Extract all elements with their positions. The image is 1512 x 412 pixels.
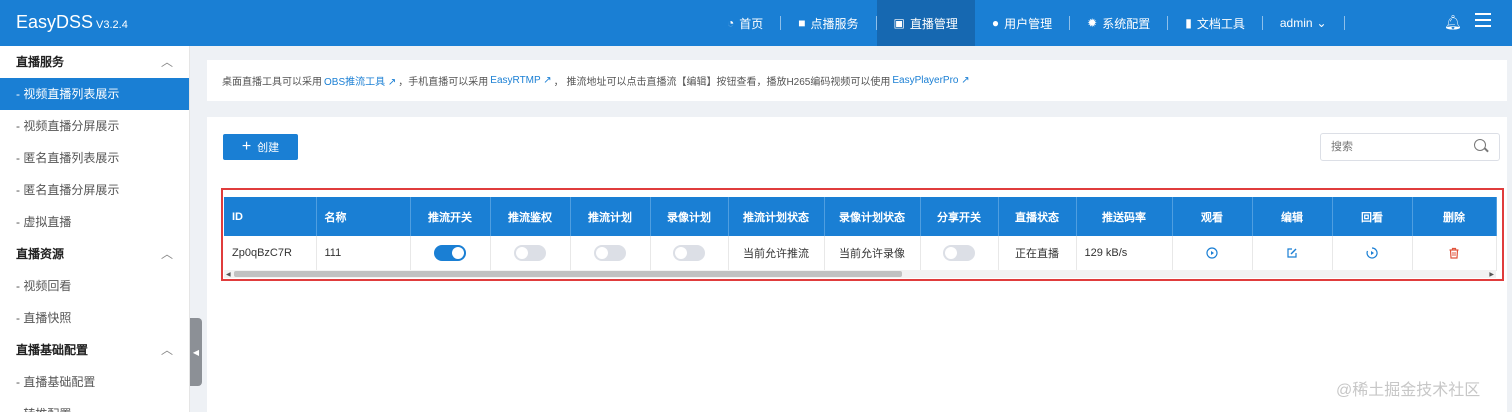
highlight-box	[221, 188, 1504, 281]
easyplayerpro-link-label: EasyPlayerPro	[892, 75, 959, 86]
app-version: V3.2.4	[96, 19, 128, 31]
external-link-icon: ↗	[387, 77, 397, 88]
sidebar-item-virtual-live[interactable]: - 虚拟直播	[0, 206, 189, 238]
sidebar-item-live-list[interactable]: - 视频直播列表展示	[0, 78, 189, 110]
search-icon[interactable]	[1474, 139, 1486, 151]
sidebar-section-live-service[interactable]: 直播服务 ︿	[0, 46, 189, 78]
top-bar: EasyDSS V3.2.4 ◔ 首页 ■ 点播服务 ▣ 直播管理 ● 用户管理 ✹ 系统配…	[0, 0, 1512, 46]
sidebar-item-video-playback[interactable]: - 视频回看	[0, 270, 189, 302]
nav-divider	[1343, 16, 1345, 30]
chevron-up-icon: ︿	[160, 343, 173, 357]
sidebar-item-relay-config[interactable]: - 转推配置	[0, 398, 189, 412]
book-icon: ▮	[1185, 16, 1192, 30]
section-title: 直播基础配置	[16, 343, 89, 357]
sidebar-item-anon-split[interactable]: - 匿名直播分屏展示	[0, 174, 189, 206]
user-icon: ●	[991, 16, 1000, 30]
nav-users[interactable]: ● 用户管理	[975, 0, 1069, 46]
nav-home-label: 首页	[739, 16, 764, 31]
external-link-icon: ↗	[961, 75, 970, 86]
tip-bar: 桌面直播工具可以采用 OBS推流工具 ↗ ，手机直播可以采用 EasyRTMP …	[207, 60, 1507, 101]
nav-vod-label: 点播服务	[810, 16, 859, 31]
dashboard-icon: ◔	[727, 16, 735, 30]
external-link-icon: ↗	[543, 75, 552, 86]
main-panel: +创建 ID 名称 推流开关 推流鉴权 推流计划 录像计划 推流计划状态 录像计…	[207, 117, 1507, 412]
obs-link[interactable]: OBS推流工具 ↗	[324, 73, 396, 88]
sidebar-collapse-handle[interactable]: ◀	[190, 318, 202, 386]
sidebar: 直播服务 ︿ - 视频直播列表展示 - 视频直播分屏展示 - 匿名直播列表展示 -…	[0, 46, 190, 412]
easyplayerpro-link[interactable]: EasyPlayerPro ↗	[892, 75, 969, 86]
main-nav: ◔ 首页 ■ 点播服务 ▣ 直播管理 ● 用户管理 ✹ 系统配置 ▮ 文档工具 admin ⌄	[710, 0, 1345, 46]
sidebar-item-anon-list[interactable]: - 匿名直播列表展示	[0, 142, 189, 174]
section-title: 直播资源	[16, 247, 65, 261]
obs-link-label: OBS推流工具	[324, 77, 386, 88]
watermark: @稀土掘金技术社区	[1336, 382, 1481, 399]
chevron-up-icon: ︿	[160, 55, 173, 69]
nav-users-label: 用户管理	[1004, 16, 1053, 31]
sidebar-item-snapshot[interactable]: - 直播快照	[0, 302, 189, 334]
create-button-label: 创建	[257, 142, 280, 154]
app-name: EasyDSS	[16, 12, 94, 32]
bell-icon[interactable]: 🔔︎	[1444, 14, 1462, 31]
easyrtmp-link[interactable]: EasyRTMP ↗	[490, 75, 551, 86]
user-menu[interactable]: admin ⌄	[1263, 0, 1344, 46]
chevron-left-icon: ◀	[192, 347, 200, 357]
nav-vod[interactable]: ■ 点播服务	[781, 0, 875, 46]
nav-settings[interactable]: ✹ 系统配置	[1070, 0, 1167, 46]
sidebar-section-live-resources[interactable]: 直播资源 ︿	[0, 238, 189, 270]
hamburger-menu-icon[interactable]	[1475, 13, 1491, 27]
nav-home[interactable]: ◔ 首页	[710, 0, 780, 46]
sidebar-section-live-config[interactable]: 直播基础配置 ︿	[0, 334, 189, 366]
nav-live[interactable]: ▣ 直播管理	[876, 0, 975, 46]
search-input[interactable]	[1320, 133, 1500, 161]
user-name: admin	[1279, 16, 1313, 30]
sidebar-item-live-split[interactable]: - 视频直播分屏展示	[0, 110, 189, 142]
tip-text: 桌面直播工具可以采用	[222, 77, 322, 88]
live-icon: ▣	[893, 16, 905, 30]
nav-live-label: 直播管理	[909, 16, 958, 31]
sidebar-item-basic-config[interactable]: - 直播基础配置	[0, 366, 189, 398]
nav-settings-label: 系统配置	[1102, 16, 1151, 31]
create-button[interactable]: + 创建	[223, 134, 298, 160]
section-title: 直播服务	[16, 55, 65, 69]
chevron-up-icon: ︿	[160, 247, 173, 261]
plus-icon: +	[241, 138, 252, 155]
tip-text: ，手机直播可以采用	[398, 77, 489, 88]
tip-text: ， 推流地址可以点击直播流【编辑】按钮查看，播放H265编码视频可以使用	[553, 77, 891, 88]
nav-docs-label: 文档工具	[1196, 16, 1245, 31]
easyrtmp-link-label: EasyRTMP	[490, 75, 541, 86]
nav-docs[interactable]: ▮ 文档工具	[1168, 0, 1262, 46]
video-icon: ■	[798, 16, 806, 30]
app-logo[interactable]: EasyDSS V3.2.4	[16, 12, 128, 33]
gear-icon: ✹	[1087, 16, 1098, 30]
chevron-down-icon: ⌄	[1316, 16, 1327, 30]
